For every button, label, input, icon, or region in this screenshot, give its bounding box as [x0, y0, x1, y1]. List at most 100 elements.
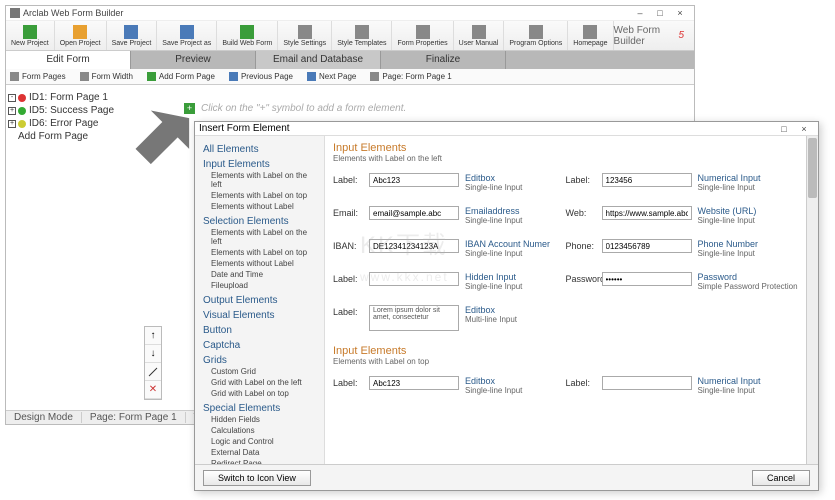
toolbar-new-project[interactable]: New Project: [6, 21, 55, 50]
sample-input[interactable]: [369, 173, 459, 187]
subcat[interactable]: Fileupload: [203, 280, 316, 291]
cat-all[interactable]: All Elements: [203, 144, 316, 155]
toolbar-save-project[interactable]: Save Project: [107, 21, 158, 50]
tree-item[interactable]: -ID1: Form Page 1: [8, 91, 114, 104]
scrollbar-thumb[interactable]: [808, 138, 817, 198]
cat-output[interactable]: Output Elements: [203, 295, 316, 306]
element-preview[interactable]: Email:EmailaddressSingle-line Input: [333, 206, 566, 225]
subcat[interactable]: Elements with Label on the left: [203, 170, 316, 190]
minimize-button[interactable]: –: [630, 8, 650, 18]
subcat[interactable]: Calculations: [203, 425, 316, 436]
element-name: Editbox: [465, 173, 522, 183]
tab-finalize[interactable]: Finalize: [381, 51, 506, 69]
sample-input[interactable]: [602, 376, 692, 390]
subbar-form-pages[interactable]: Form Pages: [10, 72, 66, 81]
subcat[interactable]: Custom Grid: [203, 366, 316, 377]
cat-captcha[interactable]: Captcha: [203, 340, 316, 351]
status-cell: Design Mode: [6, 412, 82, 423]
tree-item[interactable]: Add Form Page: [8, 130, 114, 143]
element-preview[interactable]: IBAN:IBAN Account NumerSingle-line Input: [333, 239, 566, 258]
subcat[interactable]: Logic and Control: [203, 436, 316, 447]
toolbar-program-options[interactable]: Program Options: [504, 21, 568, 50]
subcat[interactable]: Elements without Label: [203, 258, 316, 269]
cat-button[interactable]: Button: [203, 325, 316, 336]
element-preview[interactable]: Label:Lorem ipsum dolor sit amet, consec…: [333, 305, 566, 331]
element-preview[interactable]: Password:PasswordSimple Password Protect…: [566, 272, 799, 291]
sample-input[interactable]: [602, 173, 692, 187]
dialog-close-button[interactable]: ×: [794, 124, 814, 134]
insert-element-dialog: Insert Form Element □ × All ElementsInpu…: [194, 121, 819, 491]
sample-input[interactable]: [602, 206, 692, 220]
cancel-button[interactable]: Cancel: [752, 470, 810, 486]
cat-visual[interactable]: Visual Elements: [203, 310, 316, 321]
sample-input[interactable]: [369, 272, 459, 286]
element-preview[interactable]: Label:Numerical InputSingle-line Input: [566, 376, 799, 395]
toolbar-user-manual[interactable]: User Manual: [454, 21, 505, 50]
subcat[interactable]: Elements with Label on the left: [203, 227, 316, 247]
subcat[interactable]: Elements with Label on top: [203, 190, 316, 201]
main-toolbar: New ProjectOpen ProjectSave ProjectSave …: [6, 21, 694, 51]
subcat[interactable]: Date and Time: [203, 269, 316, 280]
dialog-max-button[interactable]: □: [774, 124, 794, 134]
toolbar-form-properties[interactable]: Form Properties: [392, 21, 453, 50]
toolbar-build-web-form[interactable]: Build Web Form: [217, 21, 278, 50]
field-label: Phone:: [566, 239, 602, 251]
sample-input[interactable]: [369, 206, 459, 220]
subcat[interactable]: Elements with Label on top: [203, 247, 316, 258]
move-down-button[interactable]: ↓: [145, 345, 161, 363]
scrollbar[interactable]: [806, 136, 818, 464]
subcat[interactable]: Grid with Label on top: [203, 388, 316, 399]
cat-special[interactable]: Special Elements: [203, 403, 316, 414]
edit-button[interactable]: [145, 363, 161, 381]
element-preview[interactable]: Label:EditboxSingle-line Input: [333, 376, 566, 395]
section-heading: Input Elements: [333, 345, 798, 357]
sample-input[interactable]: [369, 239, 459, 253]
tab-preview[interactable]: Preview: [131, 51, 256, 69]
toolbar-style-settings[interactable]: Style Settings: [278, 21, 332, 50]
switch-view-button[interactable]: Switch to Icon View: [203, 470, 311, 486]
close-button[interactable]: ×: [670, 8, 690, 18]
toolbar-open-project[interactable]: Open Project: [55, 21, 107, 50]
element-name: Phone Number: [698, 239, 759, 249]
tab-edit-form[interactable]: Edit Form: [6, 51, 131, 69]
subcat[interactable]: Grid with Label on the left: [203, 377, 316, 388]
element-name: Editbox: [465, 376, 522, 386]
field-label: Password:: [566, 272, 602, 284]
toolbar-homepage[interactable]: Homepage: [568, 21, 613, 50]
toolbar-style-templates[interactable]: Style Templates: [332, 21, 392, 50]
sample-input[interactable]: [602, 272, 692, 286]
sample-input[interactable]: [602, 239, 692, 253]
element-preview[interactable]: Label:Numerical InputSingle-line Input: [566, 173, 799, 192]
subcat[interactable]: External Data: [203, 447, 316, 458]
tree-item[interactable]: +ID6: Error Page: [8, 117, 114, 130]
subbar-previous-page[interactable]: Previous Page: [229, 72, 293, 81]
field-label: Label:: [333, 305, 369, 317]
cat-input[interactable]: Input Elements: [203, 159, 316, 170]
subcat[interactable]: Elements without Label: [203, 201, 316, 212]
cat-grids[interactable]: Grids: [203, 355, 316, 366]
page-tree: -ID1: Form Page 1+ID5: Success Page+ID6:…: [8, 91, 114, 143]
sample-input[interactable]: [369, 376, 459, 390]
element-desc: Single-line Input: [698, 386, 761, 395]
element-preview[interactable]: Label:EditboxSingle-line Input: [333, 173, 566, 192]
move-up-button[interactable]: ↑: [145, 327, 161, 345]
element-preview[interactable]: Label:Hidden InputSingle-line Input: [333, 272, 566, 291]
subbar-add-form-page[interactable]: Add Form Page: [147, 72, 215, 81]
maximize-button[interactable]: □: [650, 8, 670, 18]
element-preview[interactable]: Web:Website (URL)Single-line Input: [566, 206, 799, 225]
element-name: Numerical Input: [698, 376, 761, 386]
subbar-page--form-page-1[interactable]: Page: Form Page 1: [370, 72, 451, 81]
cat-selection[interactable]: Selection Elements: [203, 216, 316, 227]
delete-button[interactable]: ✕: [145, 381, 161, 399]
toolbar-save-project-as[interactable]: Save Project as: [157, 21, 217, 50]
element-desc: Single-line Input: [698, 216, 757, 225]
tab-email-and-database[interactable]: Email and Database: [256, 51, 381, 69]
tree-item[interactable]: +ID5: Success Page: [8, 104, 114, 117]
subbar-next-page[interactable]: Next Page: [307, 72, 356, 81]
canvas-hint-text: Click on the "+" symbol to add a form el…: [201, 103, 406, 114]
element-preview[interactable]: Phone:Phone NumberSingle-line Input: [566, 239, 799, 258]
sample-textarea[interactable]: Lorem ipsum dolor sit amet, consectetur: [369, 305, 459, 331]
section-desc: Elements with Label on top: [333, 357, 798, 366]
subbar-form-width[interactable]: Form Width: [80, 72, 133, 81]
subcat[interactable]: Hidden Fields: [203, 414, 316, 425]
